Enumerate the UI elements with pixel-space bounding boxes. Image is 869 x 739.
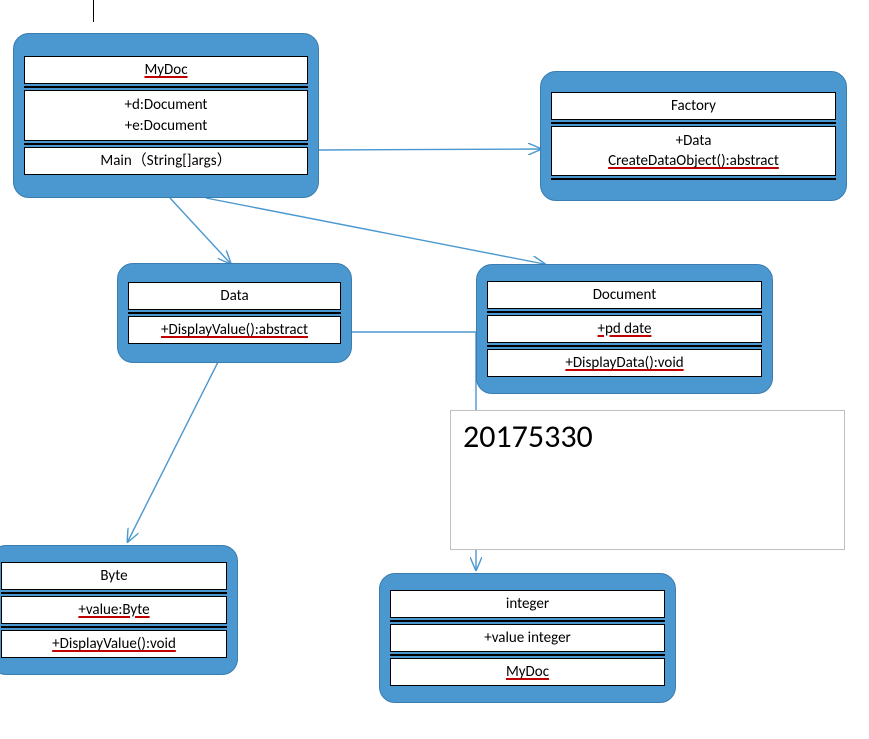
divider (1, 592, 227, 594)
class-ops: Main（String[]args） (24, 147, 308, 175)
divider (390, 654, 665, 656)
class-ops: +DisplayData():void (487, 349, 762, 377)
class-ops: +Data CreateDataObject():abstract (551, 126, 836, 177)
divider (24, 143, 308, 145)
class-attrs: +pd date (487, 315, 762, 343)
class-name: Byte (1, 562, 227, 590)
divider (1, 626, 227, 628)
class-attrs: +value:Byte (1, 596, 227, 624)
arrow-data-byte (128, 362, 218, 541)
class-data: Data +DisplayValue():abstract (117, 263, 352, 363)
arrow-mydoc-factory (319, 149, 540, 150)
class-factory: Factory +Data CreateDataObject():abstrac… (540, 71, 847, 201)
class-byte: Byte +value:Byte +DisplayValue():void (0, 545, 238, 675)
text-cursor (93, 0, 94, 22)
divider (24, 86, 308, 88)
class-ops: MyDoc (390, 658, 665, 686)
divider (551, 178, 836, 180)
divider (128, 312, 341, 314)
annotation-id: 20175330 (450, 410, 845, 550)
divider (487, 345, 762, 347)
class-name: Factory (551, 92, 836, 120)
divider (390, 620, 665, 622)
class-ops: +DisplayValue():void (1, 630, 227, 658)
class-integer: integer +value integer MyDoc (379, 573, 676, 703)
class-attrs: +value integer (390, 624, 665, 652)
divider (551, 122, 836, 124)
class-document: Document +pd date +DisplayData():void (476, 264, 773, 394)
divider (487, 311, 762, 313)
class-name: Data (128, 282, 341, 310)
class-name: MyDoc (24, 56, 308, 84)
class-attrs: +d:Document +e:Document (24, 90, 308, 141)
class-name: integer (390, 590, 665, 618)
class-mydoc: MyDoc +d:Document +e:Document Main（Strin… (13, 33, 319, 198)
class-name: Document (487, 281, 762, 309)
arrow-mydoc-document (206, 198, 544, 264)
class-ops: +DisplayValue():abstract (128, 316, 341, 344)
arrow-mydoc-data (170, 198, 230, 263)
